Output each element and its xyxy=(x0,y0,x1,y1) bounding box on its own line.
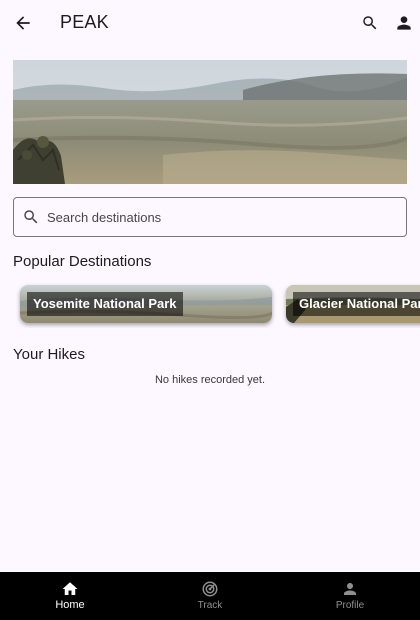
destination-name: Yosemite National Park xyxy=(27,292,183,316)
popular-destinations-heading: Popular Destinations xyxy=(13,253,152,270)
home-icon xyxy=(62,582,78,595)
nav-item-home[interactable]: Home xyxy=(0,572,140,620)
nav-label-home: Home xyxy=(55,599,85,611)
search-destinations-field[interactable] xyxy=(13,197,407,237)
nav-label-track: Track xyxy=(197,600,223,611)
your-hikes-heading: Your Hikes xyxy=(13,346,85,363)
arrow-back-icon[interactable] xyxy=(13,13,33,33)
nav-label-profile: Profile xyxy=(335,600,365,611)
bottom-navigation: Home Track Profile xyxy=(0,572,420,620)
hero-image xyxy=(13,60,407,184)
track-icon xyxy=(202,581,218,597)
empty-hikes-message: No hikes recorded yet. xyxy=(154,374,266,386)
landscape-illustration xyxy=(13,60,407,184)
app-bar: PEAK xyxy=(0,0,420,46)
destinations-carousel[interactable]: Yosemite National Park Glacier National … xyxy=(0,282,420,328)
nav-item-track[interactable]: Track xyxy=(140,572,280,620)
person-icon[interactable] xyxy=(394,13,414,33)
app-title: PEAK xyxy=(60,12,109,32)
destination-name: Glacier National Park xyxy=(293,292,420,316)
destination-card-yosemite[interactable]: Yosemite National Park xyxy=(20,285,272,323)
profile-icon xyxy=(344,583,356,595)
destination-card-glacier[interactable]: Glacier National Park xyxy=(286,285,420,323)
search-icon xyxy=(24,210,38,224)
search-icon[interactable] xyxy=(361,14,379,32)
app-root: PEAK Search destinations Popular Destina… xyxy=(0,0,420,620)
nav-item-profile[interactable]: Profile xyxy=(280,572,420,620)
search-input[interactable] xyxy=(47,198,397,236)
